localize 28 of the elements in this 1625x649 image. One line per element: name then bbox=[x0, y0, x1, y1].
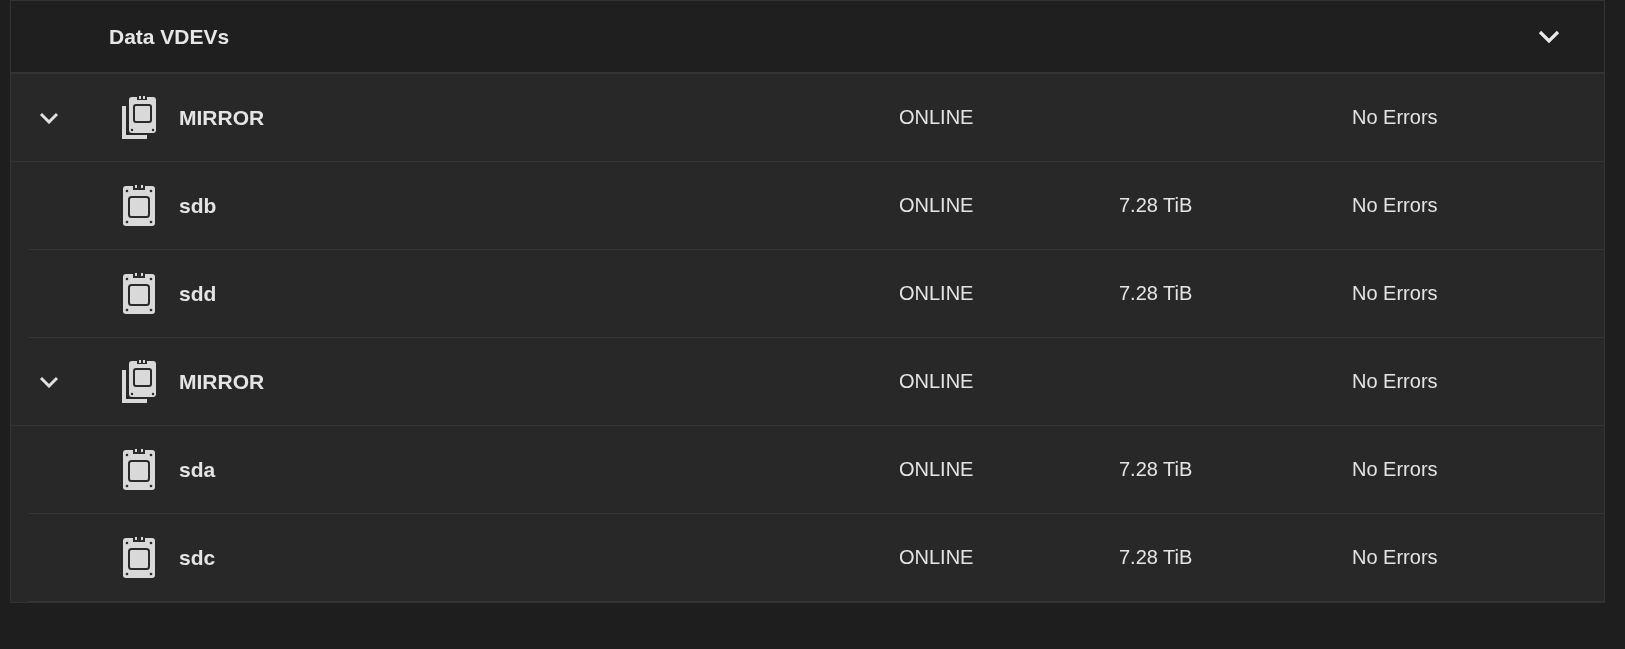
capacity-text: 7.28 TiB bbox=[1119, 458, 1194, 481]
status-text: ONLINE bbox=[899, 106, 975, 129]
chevron-icon bbox=[1538, 29, 1560, 44]
stacked-disk-icon bbox=[121, 95, 157, 140]
errors-text: No Errors bbox=[1352, 282, 1438, 305]
status-text: ONLINE bbox=[899, 458, 975, 481]
errors-text: No Errors bbox=[1352, 458, 1438, 481]
disk-name: sdd bbox=[179, 281, 218, 306]
chevron-icon[interactable] bbox=[39, 375, 59, 388]
disk-name: sdc bbox=[179, 545, 217, 570]
status-text: ONLINE bbox=[899, 194, 975, 217]
disk-name: sdb bbox=[179, 193, 218, 218]
status-text: ONLINE bbox=[899, 282, 975, 305]
capacity-text: 7.28 TiB bbox=[1119, 194, 1194, 217]
disk-name: sda bbox=[179, 457, 217, 482]
capacity-text: 7.28 TiB bbox=[1119, 546, 1194, 569]
errors-text: No Errors bbox=[1352, 370, 1438, 393]
status-text: ONLINE bbox=[899, 546, 975, 569]
stacked-disk-icon bbox=[121, 359, 157, 404]
errors-text: No Errors bbox=[1352, 194, 1438, 217]
errors-text: No Errors bbox=[1352, 106, 1438, 129]
vdev-name: MIRROR bbox=[179, 105, 266, 130]
capacity-text: 7.28 TiB bbox=[1119, 282, 1194, 305]
chevron-icon[interactable] bbox=[39, 111, 59, 124]
status-text: ONLINE bbox=[899, 370, 975, 393]
panel-title: Data VDEVs bbox=[109, 24, 230, 49]
vdev-name: MIRROR bbox=[179, 369, 266, 394]
errors-text: No Errors bbox=[1352, 546, 1438, 569]
